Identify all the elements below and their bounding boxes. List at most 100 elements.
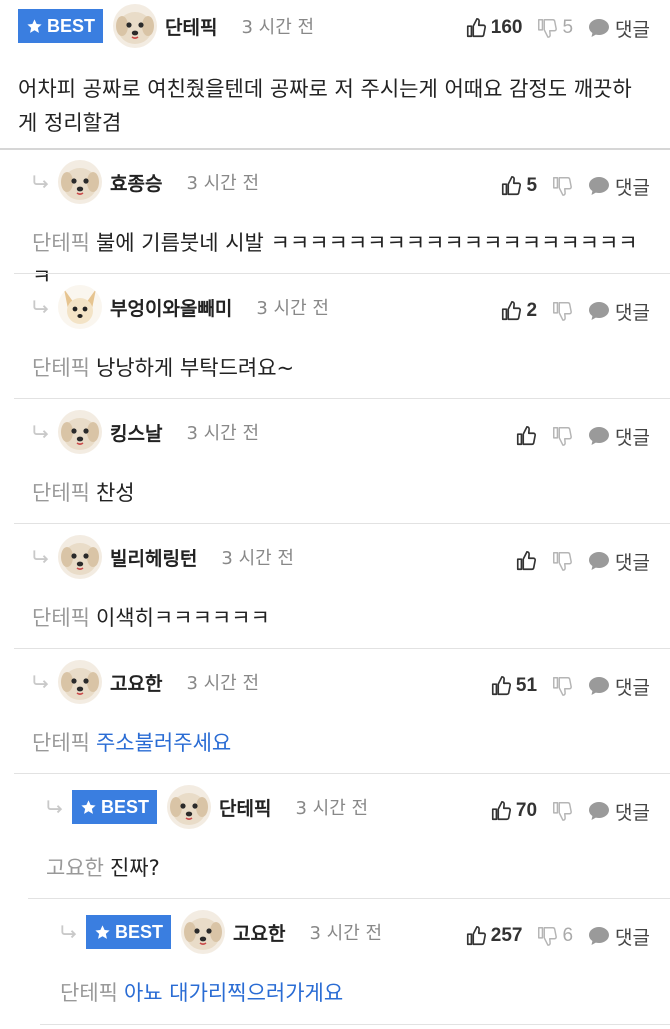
dislike-button[interactable]: 5 — [536, 17, 573, 39]
timestamp: 3 시간 전 — [186, 673, 260, 694]
avatar[interactable] — [167, 785, 211, 829]
reply-arrow-icon — [58, 922, 80, 942]
mention[interactable]: 단테픽 — [32, 731, 90, 755]
comment-body: 불에 기름붓네 시발 ㅋㅋㅋㅋㅋㅋㅋㅋㅋㅋㅋㅋㅋㅋㅋㅋㅋㅋㅋㅋ — [32, 231, 638, 289]
speech-bubble-icon — [587, 16, 611, 40]
like-count: 257 — [490, 925, 523, 946]
dislike-count: 5 — [562, 17, 574, 38]
nickname[interactable]: 부엉이와올빼미 — [110, 294, 232, 321]
avatar[interactable] — [58, 285, 102, 329]
thumbs-up-icon — [465, 925, 487, 947]
reply-button[interactable]: 댓글 — [587, 173, 650, 200]
thumbs-down-icon — [551, 550, 573, 572]
star-icon — [94, 924, 111, 941]
timestamp: 3 시간 전 — [221, 548, 294, 569]
comment-body: 이색히ㅋㅋㅋㅋㅋㅋ — [95, 606, 270, 630]
like-button[interactable] — [515, 425, 537, 447]
timestamp: 3 시간 전 — [256, 298, 329, 319]
avatar[interactable] — [181, 910, 225, 954]
comment-text: 단테픽 찬성 — [32, 476, 652, 510]
like-button[interactable]: 51 — [490, 675, 537, 697]
best-label: BEST — [47, 15, 96, 36]
comment-text: 단테픽 이색히ㅋㅋㅋㅋㅋㅋ — [32, 601, 652, 635]
like-count: 51 — [515, 675, 538, 696]
nickname[interactable]: 효종승 — [110, 169, 162, 196]
best-badge: BEST — [18, 9, 104, 43]
like-button[interactable]: 257 — [465, 925, 523, 947]
thumbs-up-icon — [500, 300, 522, 322]
reply-button[interactable]: 댓글 — [587, 798, 650, 825]
comment-header: 효종승 3 시간 전 — [30, 162, 259, 202]
thumbs-up-icon — [500, 175, 522, 197]
reply-button[interactable]: 댓글 — [587, 548, 650, 575]
divider — [0, 148, 670, 150]
mention[interactable]: 단테픽 — [32, 356, 90, 380]
comment-body: 낭낭하게 부탁드려요~ — [95, 356, 295, 380]
nickname[interactable]: 고요한 — [110, 669, 162, 696]
avatar[interactable] — [58, 410, 102, 454]
timestamp: 3 시간 전 — [309, 923, 383, 944]
nickname[interactable]: 단테픽 — [219, 794, 271, 821]
reply-button[interactable]: 댓글 — [587, 15, 650, 42]
like-button[interactable]: 70 — [490, 800, 537, 822]
mention[interactable]: 고요한 — [46, 856, 104, 880]
mention[interactable]: 단테픽 — [32, 606, 90, 630]
comment-actions: 160 5 댓글 — [451, 8, 650, 48]
reply-button[interactable]: 댓글 — [587, 923, 650, 950]
thumbs-up-icon — [490, 675, 512, 697]
best-label: BEST — [115, 921, 164, 942]
like-button[interactable] — [515, 550, 537, 572]
dislike-button[interactable] — [551, 675, 573, 697]
avatar[interactable] — [58, 160, 102, 204]
avatar[interactable] — [58, 535, 102, 579]
speech-bubble-icon — [587, 299, 611, 323]
dislike-button[interactable] — [551, 300, 573, 322]
like-button[interactable]: 160 — [465, 17, 522, 39]
comment-header: 고요한 3 시간 전 — [30, 662, 259, 702]
comment-text: 고요한 진짜? — [46, 851, 646, 885]
nickname[interactable]: 킹스날 — [110, 419, 162, 446]
thumbs-down-icon — [536, 17, 558, 39]
thumbs-up-icon — [490, 800, 512, 822]
comment-body: 진짜? — [109, 856, 160, 880]
dislike-button[interactable] — [551, 175, 573, 197]
mention[interactable]: 단테픽 — [32, 481, 90, 505]
speech-bubble-icon — [587, 549, 611, 573]
avatar[interactable] — [113, 4, 157, 48]
comment-header: 빌리헤링턴 3 시간 전 — [30, 537, 294, 577]
reply-button[interactable]: 댓글 — [587, 298, 650, 325]
speech-bubble-icon — [587, 924, 611, 948]
best-label: BEST — [101, 796, 150, 817]
comment-actions: 51 댓글 — [476, 666, 650, 706]
dislike-button[interactable] — [551, 550, 573, 572]
reply-arrow-icon — [30, 172, 52, 192]
like-button[interactable]: 5 — [500, 175, 537, 197]
comment-body: 아뇨 대가리찍으러가게요 — [123, 981, 344, 1005]
reply-label: 댓글 — [615, 301, 650, 324]
thumbs-down-icon — [551, 175, 573, 197]
nickname[interactable]: 단테픽 — [165, 13, 217, 40]
reply-button[interactable]: 댓글 — [587, 423, 650, 450]
reply-label: 댓글 — [615, 551, 650, 574]
like-count: 2 — [526, 300, 538, 321]
divider — [14, 648, 670, 649]
mention[interactable]: 단테픽 — [60, 981, 118, 1005]
thumbs-down-icon — [551, 425, 573, 447]
dislike-button[interactable]: 6 — [536, 925, 573, 947]
thumbs-down-icon — [551, 300, 573, 322]
comment-actions: 2 댓글 — [486, 291, 650, 331]
thumbs-up-icon — [515, 425, 537, 447]
speech-bubble-icon — [587, 424, 611, 448]
avatar[interactable] — [58, 660, 102, 704]
comment-actions: 댓글 — [501, 416, 650, 456]
dislike-button[interactable] — [551, 800, 573, 822]
mention[interactable]: 단테픽 — [32, 231, 90, 255]
nickname[interactable]: 고요한 — [233, 919, 285, 946]
like-button[interactable]: 2 — [500, 300, 537, 322]
speech-bubble-icon — [587, 674, 611, 698]
nickname[interactable]: 빌리헤링턴 — [110, 544, 197, 571]
comment-actions: 5 댓글 — [486, 166, 650, 206]
comment-header: 킹스날 3 시간 전 — [30, 412, 259, 452]
dislike-button[interactable] — [551, 425, 573, 447]
reply-button[interactable]: 댓글 — [587, 673, 650, 700]
